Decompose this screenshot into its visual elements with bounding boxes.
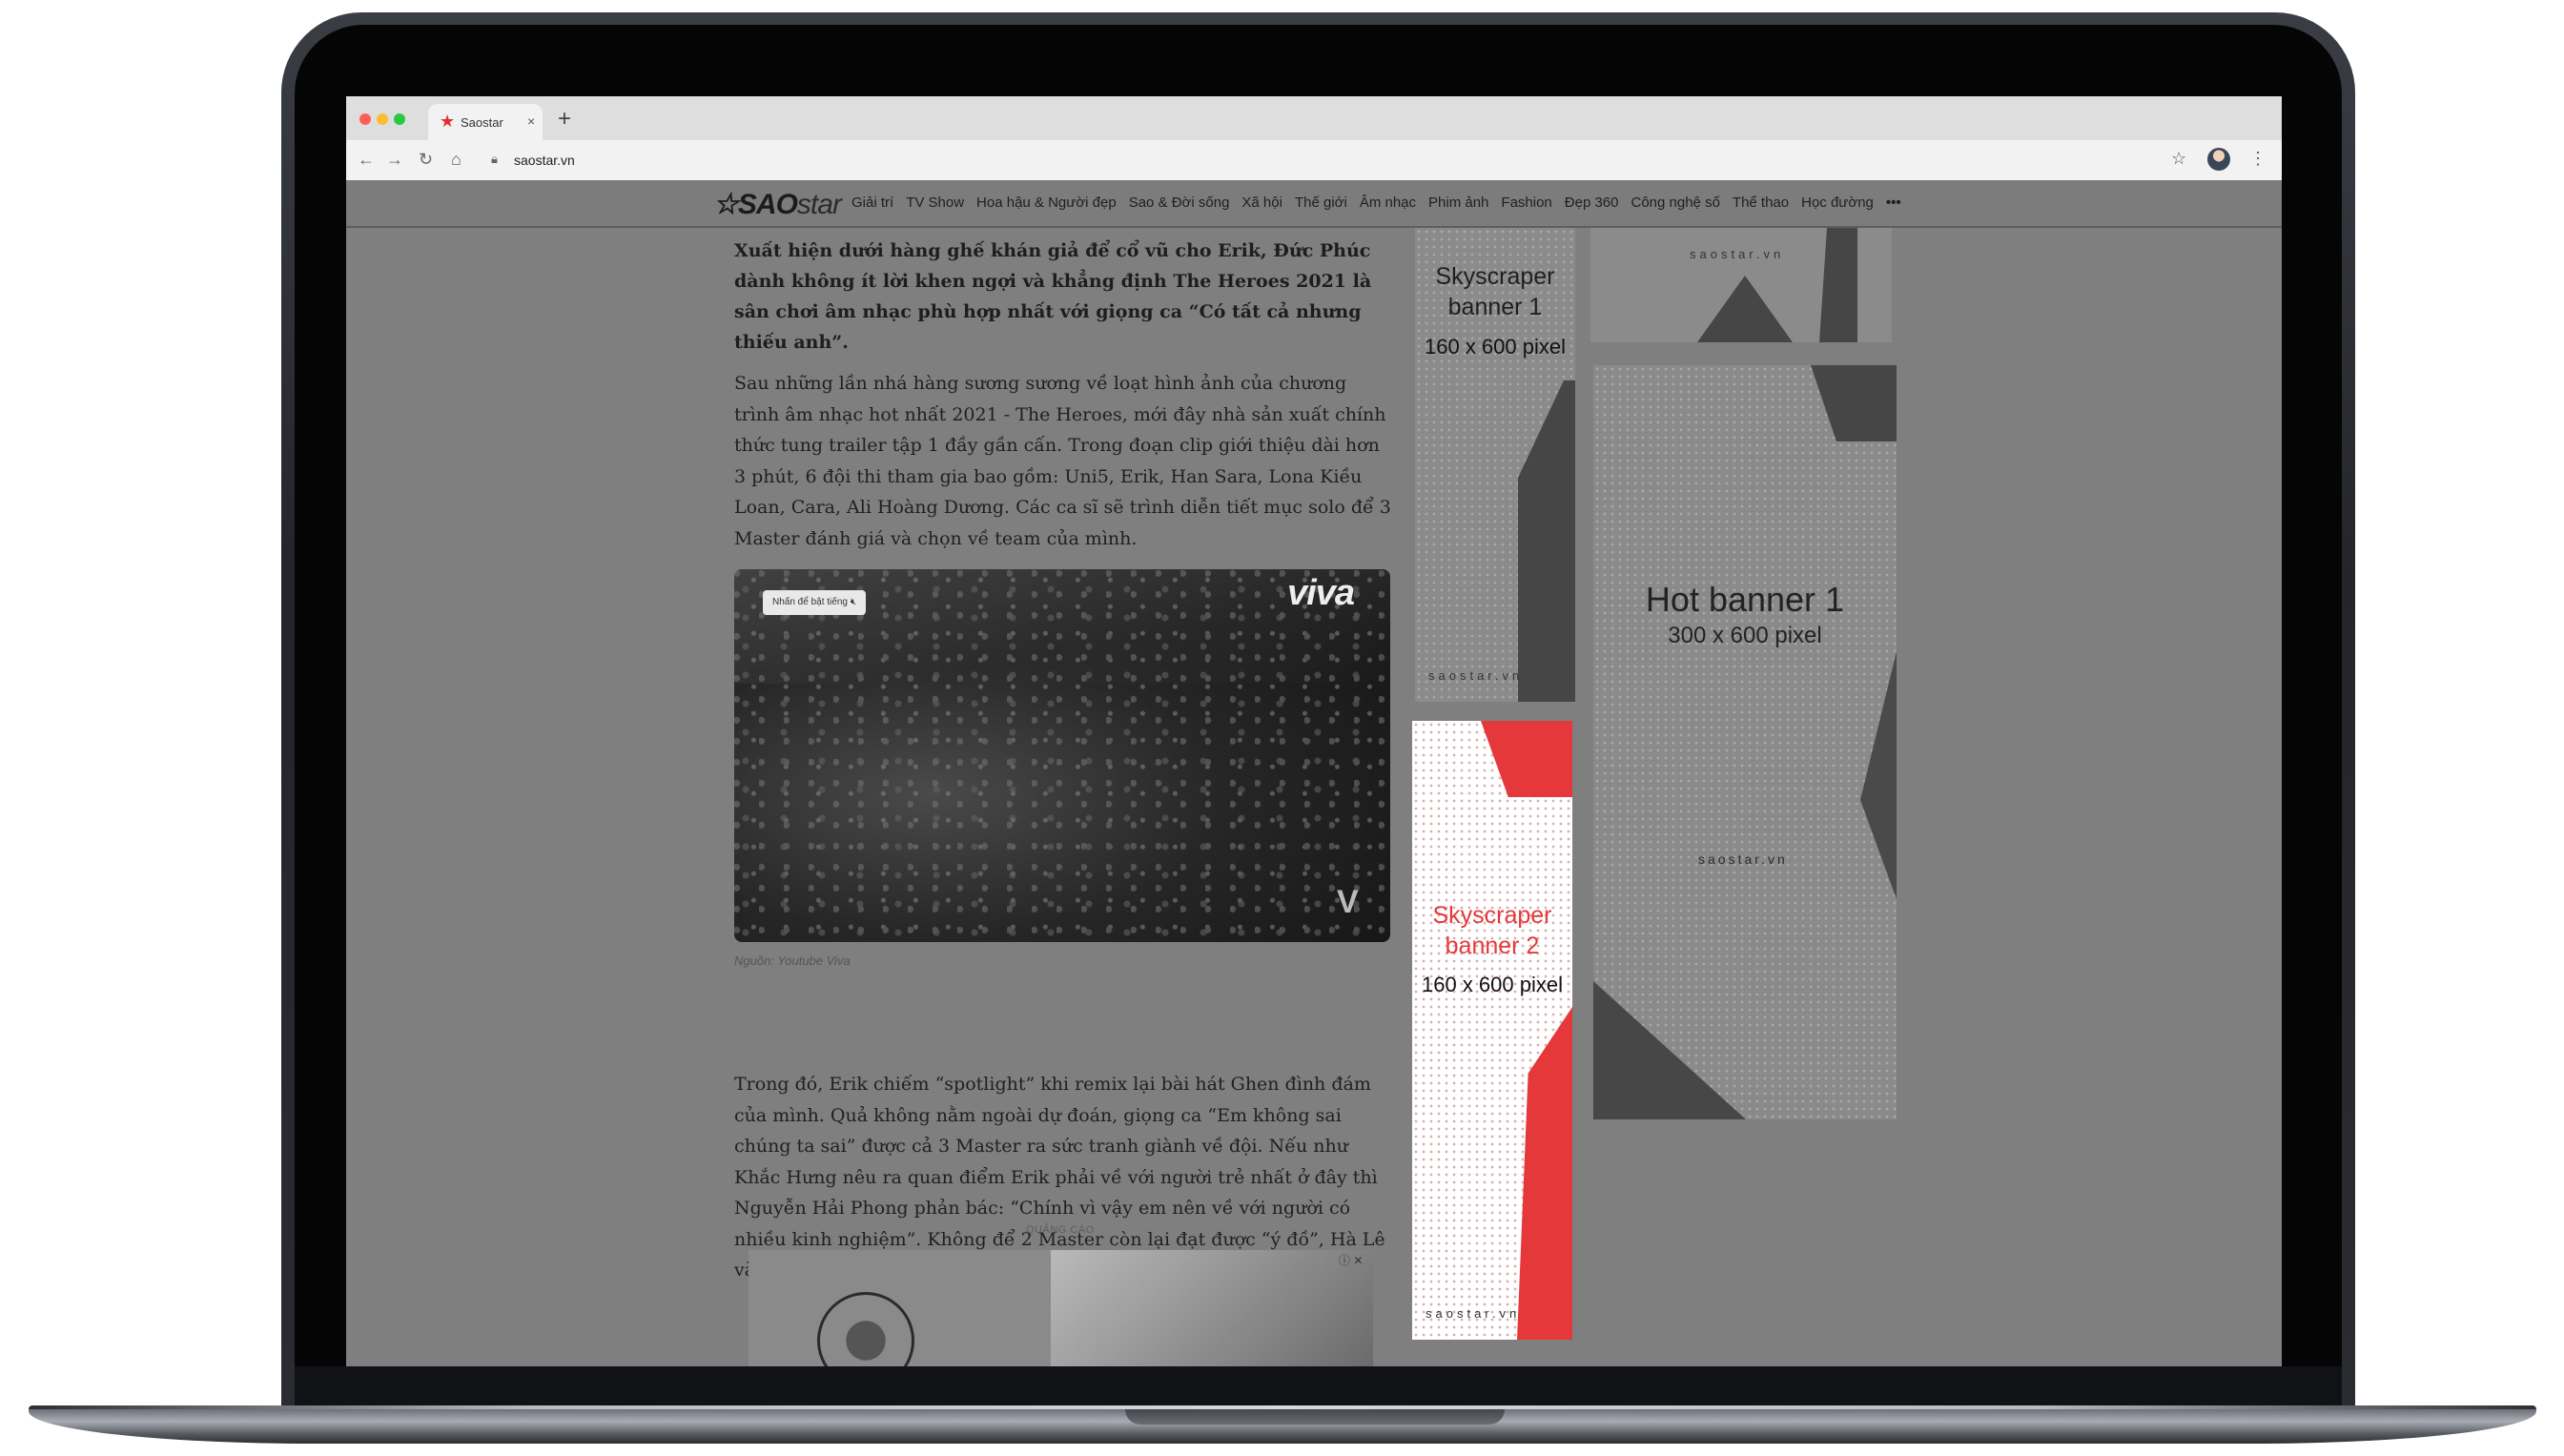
saostar-favicon-icon: ★	[440, 112, 456, 131]
hot-banner-brand: saostar.vn	[1698, 851, 1788, 867]
inline-ad-photo[interactable]: ⓘ ✕	[1051, 1250, 1373, 1366]
sky2-size: 160 x 600 pixel	[1422, 973, 1563, 996]
site-nav-item[interactable]: Phim ảnh	[1428, 195, 1488, 211]
site-nav-item[interactable]: Công nghệ số	[1631, 195, 1720, 211]
browser-address-bar: ← → ↻ ⌂ 🔒︎ saostar.vn ☆ ⋮	[346, 140, 2282, 181]
banner-shape	[1697, 276, 1793, 342]
sky1-brand: saostar.vn	[1428, 668, 1524, 683]
window-maximize-dot[interactable]	[394, 113, 405, 125]
ad-close-icon[interactable]: ⓘ ✕	[1339, 1252, 1363, 1268]
site-navigation-bar: ☆SAOstar Giải trí TV Show Hoa hậu & Người …	[346, 180, 2282, 228]
speaker-muted-icon: 🔇︎	[850, 597, 857, 607]
logo-light-text: star	[796, 189, 842, 220]
top-right-banner[interactable]: saostar.vn	[1590, 228, 1892, 342]
sky2-brand: saostar.vn	[1426, 1306, 1521, 1321]
banner-shape	[1481, 721, 1572, 797]
url-field[interactable]: saostar.vn	[514, 153, 575, 168]
skyscraper-banner-1[interactable]: Skyscraper banner 1 160 x 600 pixel saos…	[1415, 228, 1575, 702]
tab-close-icon[interactable]: ×	[527, 113, 535, 129]
site-nav-item[interactable]: Fashion	[1501, 195, 1551, 211]
banner-shape	[1593, 981, 1746, 1119]
banner-shape	[1518, 380, 1575, 702]
site-nav-item[interactable]: Hoa hậu & Người đẹp	[976, 195, 1117, 211]
unmute-label: Nhấn để bật tiếng	[772, 597, 848, 607]
top-right-brand: saostar.vn	[1690, 247, 1785, 261]
site-nav-menu: Giải trí TV Show Hoa hậu & Người đẹp Sao & …	[851, 195, 1914, 211]
logo-bold-text: SAO	[737, 189, 798, 220]
nav-more-icon[interactable]: •••	[1886, 195, 1901, 211]
unmute-button[interactable]: Nhấn để bật tiếng 🔇︎	[763, 590, 867, 615]
site-nav-item[interactable]: TV Show	[906, 195, 964, 211]
forward-arrow-icon[interactable]: →	[386, 150, 403, 170]
site-nav-item[interactable]: Sao & Đời sống	[1129, 195, 1230, 211]
sky1-title: Skyscraper banner 1	[1435, 263, 1555, 320]
browser-tab-bar: ★ Saostar × +	[346, 96, 2282, 140]
reload-icon[interactable]: ↻	[419, 150, 433, 170]
laptop-screen: ★ Saostar × + ← → ↻ ⌂ 🔒︎ saostar.vn ☆ ⋮ …	[346, 96, 2282, 1366]
logo-star-icon: ☆	[713, 189, 739, 220]
banner-shape	[1811, 365, 1897, 441]
profile-avatar[interactable]	[2207, 148, 2230, 171]
site-nav-item[interactable]: Âm nhạc	[1360, 195, 1416, 211]
school-seal-logo	[817, 1292, 914, 1366]
back-arrow-icon[interactable]: ←	[358, 150, 375, 170]
hot-banner-title: Hot banner 1	[1645, 580, 1845, 619]
site-nav-item[interactable]: Học đường	[1801, 195, 1874, 211]
inline-ad-school[interactable]	[749, 1250, 1054, 1366]
viva-watermark: viva	[1287, 573, 1355, 613]
window-close-dot[interactable]	[359, 113, 371, 125]
article-lead: Xuất hiện dưới hàng ghế khán giả để cổ v…	[734, 240, 1372, 353]
hot-banner-size: 300 x 600 pixel	[1668, 623, 1822, 648]
sky2-title: Skyscraper banner 2	[1432, 902, 1552, 959]
video-crowd-frame	[734, 569, 1390, 942]
site-nav-item[interactable]: Đẹp 360	[1565, 195, 1619, 211]
banner-shape	[1819, 228, 1857, 342]
home-icon[interactable]: ⌂	[451, 150, 462, 170]
browser-tab[interactable]: ★ Saostar ×	[428, 104, 543, 140]
hot-banner-1[interactable]: Hot banner 1 300 x 600 pixel saostar.vn	[1593, 365, 1897, 1119]
video-caption: Nguồn: Youtube Viva	[734, 954, 851, 968]
tab-title: Saostar	[461, 115, 503, 130]
laptop-opening-notch	[1125, 1409, 1505, 1425]
new-tab-button[interactable]: +	[558, 106, 571, 133]
bookmark-star-icon[interactable]: ☆	[2171, 149, 2186, 169]
sky1-size: 160 x 600 pixel	[1425, 335, 1566, 359]
banner-shape	[1860, 651, 1897, 899]
saostar-logo[interactable]: ☆SAOstar	[713, 188, 842, 221]
window-minimize-dot[interactable]	[377, 113, 388, 125]
screen-bottom-bezel	[295, 1366, 2342, 1409]
article-paragraph-1: Sau những lần nhá hàng sương sương về lo…	[734, 373, 1391, 549]
advertisement-label: QUẢNG CÁO	[1026, 1224, 1095, 1236]
lock-icon: 🔒︎	[491, 152, 498, 166]
channel-corner-badge: V	[1337, 884, 1359, 920]
banner-shape	[1517, 1007, 1572, 1340]
site-nav-item[interactable]: Giải trí	[851, 195, 893, 211]
site-nav-item[interactable]: Xã hội	[1241, 195, 1282, 211]
kebab-menu-icon[interactable]: ⋮	[2249, 149, 2267, 169]
site-nav-item[interactable]: Thế giới	[1295, 195, 1347, 211]
skyscraper-banner-2[interactable]: Skyscraper banner 2 160 x 600 pixel saos…	[1412, 721, 1572, 1340]
site-nav-item[interactable]: Thể thao	[1733, 195, 1789, 211]
video-player[interactable]: Nhấn để bật tiếng 🔇︎ viva V	[734, 569, 1390, 942]
